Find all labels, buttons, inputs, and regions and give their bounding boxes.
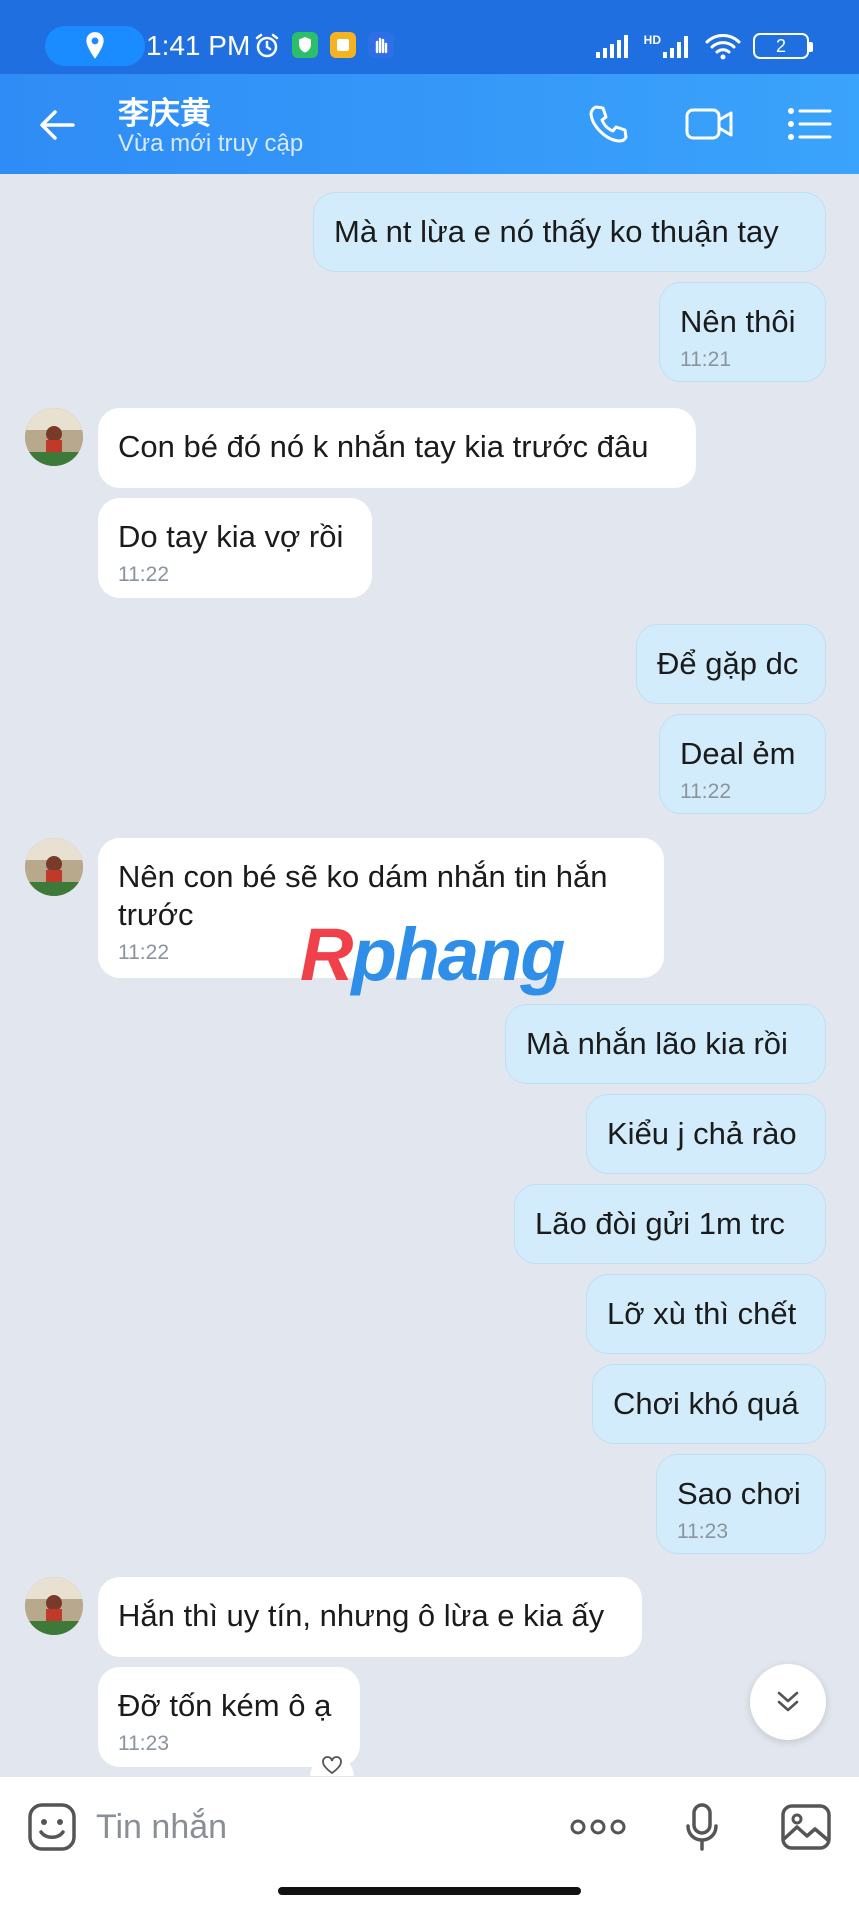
message-time: 11:21	[680, 348, 731, 371]
message-bubble-outgoing[interactable]: Mà nhắn lão kia rồi	[505, 1004, 826, 1084]
message-text: Lỡ xù thì chết	[607, 1296, 797, 1331]
voice-message-button[interactable]	[672, 1799, 732, 1855]
back-arrow-icon	[40, 110, 75, 140]
message-bubble-outgoing[interactable]: Deal ẻm 11:22	[659, 714, 826, 814]
message-time: 11:22	[680, 780, 731, 803]
message-bubble-incoming[interactable]: Do tay kia vợ rồi 11:22	[98, 498, 372, 598]
message-text: Nên thôi	[680, 304, 796, 339]
message-text: Đỡ tốn kém ô ạ	[118, 1688, 332, 1723]
message-time: 11:22	[118, 563, 169, 586]
message-bubble-outgoing[interactable]: Lão đòi gửi 1m trc	[514, 1184, 826, 1264]
hd-label: HD	[643, 33, 661, 47]
contact-name[interactable]: 李庆黄	[118, 88, 211, 133]
message-bubble-incoming[interactable]: Đỡ tốn kém ô ạ 11:23	[98, 1667, 360, 1767]
notes-app-icon	[330, 32, 356, 58]
message-input[interactable]	[96, 1797, 536, 1857]
message-bubble-outgoing[interactable]: Chơi khó quá	[592, 1364, 826, 1444]
message-text: Kiểu j chả rào	[607, 1116, 797, 1151]
video-call-icon	[685, 108, 733, 140]
message-text: Để gặp dc	[657, 646, 799, 681]
message-time: 11:23	[677, 1520, 728, 1543]
message-bubble-outgoing[interactable]: Nên thôi 11:21	[659, 282, 826, 382]
contact-avatar[interactable]	[25, 1577, 83, 1635]
home-indicator[interactable]	[278, 1887, 581, 1895]
status-time: 1:41 PM	[146, 30, 251, 61]
sticker-button[interactable]	[24, 1799, 80, 1855]
message-bubble-incoming[interactable]: Con bé đó nó k nhắn tay kia trước đâu	[98, 408, 696, 488]
signal-icon	[595, 35, 628, 58]
message-text: Sao chơi	[677, 1476, 801, 1511]
hand-app-icon	[368, 32, 394, 58]
watermark-rest: phang	[351, 913, 565, 996]
battery-level: 2	[775, 35, 786, 56]
heart-icon	[322, 1756, 342, 1775]
more-icon	[570, 1819, 626, 1835]
message-text: Mà nt lừa e nó thấy ko thuận tay	[334, 214, 779, 249]
contact-avatar[interactable]	[25, 408, 83, 466]
message-text: Hắn thì uy tín, nhưng ô lừa e kia ấy	[118, 1598, 605, 1633]
message-bubble-incoming[interactable]: Hắn thì uy tín, nhưng ô lừa e kia ấy	[98, 1577, 642, 1657]
image-icon	[781, 1804, 831, 1850]
call-button[interactable]	[580, 96, 636, 152]
shield-app-icon	[292, 32, 318, 58]
menu-button[interactable]	[782, 96, 838, 152]
double-chevron-down-icon	[777, 1691, 799, 1712]
message-bubble-outgoing[interactable]: Mà nt lừa e nó thấy ko thuận tay	[313, 192, 826, 272]
battery-icon: 2	[753, 33, 813, 59]
chat-header: 李庆黄 Vừa mới truy cập	[0, 74, 859, 174]
watermark-logo: Rphang	[300, 912, 565, 997]
more-options-button[interactable]	[568, 1799, 628, 1855]
alarm-icon	[255, 33, 279, 58]
video-call-button[interactable]	[682, 96, 738, 152]
status-bar: 1:41 PM HD 2	[0, 0, 859, 74]
message-text: Con bé đó nó k nhắn tay kia trước đâu	[118, 429, 649, 464]
contact-status: Vừa mới truy cập	[118, 130, 304, 157]
message-bubble-outgoing[interactable]: Kiểu j chả rào	[586, 1094, 826, 1174]
wifi-icon	[705, 34, 741, 60]
message-bubble-outgoing[interactable]: Sao chơi 11:23	[656, 1454, 826, 1554]
status-right-group: HD 2	[595, 30, 813, 62]
message-text: Mà nhắn lão kia rồi	[526, 1026, 788, 1061]
scroll-to-bottom-button[interactable]	[750, 1664, 826, 1740]
message-time: 11:23	[118, 1732, 169, 1755]
menu-list-icon	[788, 108, 832, 140]
back-button[interactable]	[30, 98, 84, 152]
message-bubble-outgoing[interactable]: Lỡ xù thì chết	[586, 1274, 826, 1354]
signal-2-icon	[663, 36, 688, 58]
contact-avatar[interactable]	[25, 838, 83, 896]
send-image-button[interactable]	[776, 1799, 836, 1855]
message-text: Lão đòi gửi 1m trc	[535, 1206, 785, 1241]
sticker-icon	[28, 1803, 76, 1851]
location-icon	[86, 32, 104, 59]
phone-icon	[589, 105, 628, 143]
network-type: HD	[644, 34, 693, 58]
message-text: Deal ẻm	[680, 736, 796, 771]
message-text: Do tay kia vợ rồi	[118, 519, 344, 554]
location-pill	[45, 26, 145, 66]
message-bubble-outgoing[interactable]: Để gặp dc	[636, 624, 826, 704]
watermark-first: R	[300, 913, 353, 996]
microphone-icon	[686, 1803, 718, 1851]
message-text: Chơi khó quá	[613, 1386, 799, 1421]
